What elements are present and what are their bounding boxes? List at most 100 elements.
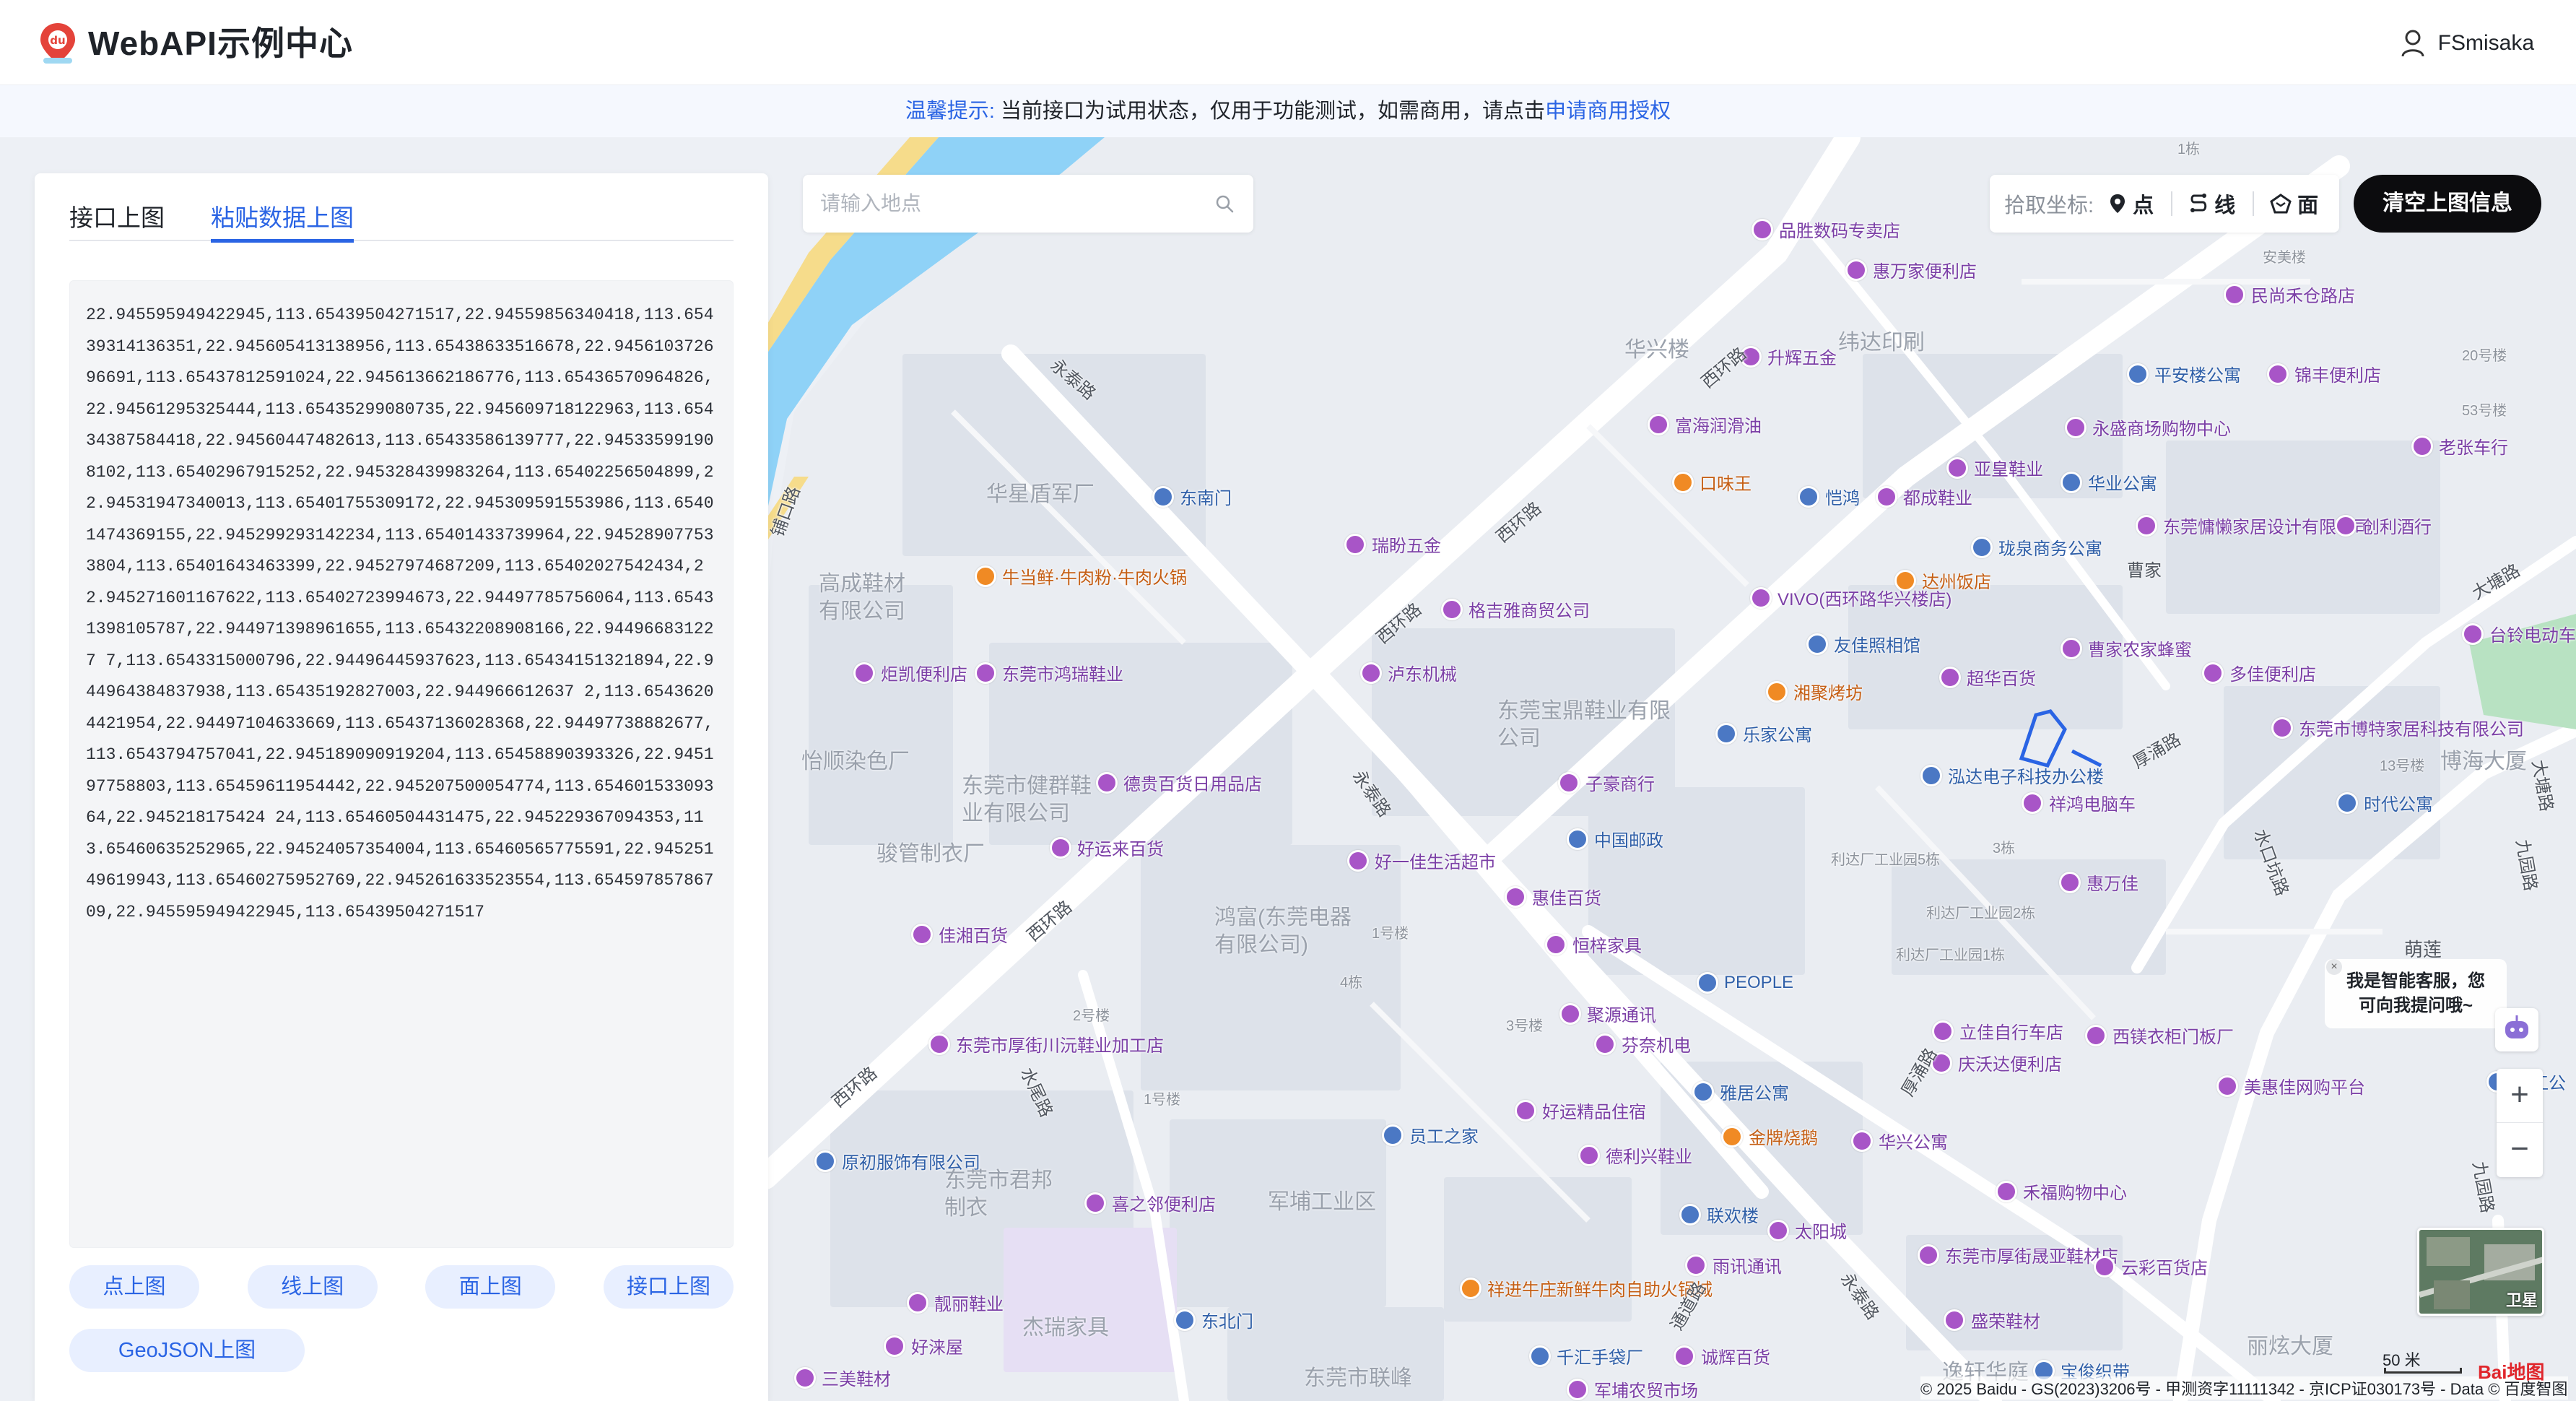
map-poi[interactable]: 好一佳生活超市	[1347, 848, 1496, 873]
map-poi[interactable]: 都成鞋业	[1876, 484, 1972, 509]
close-icon[interactable]: ×	[2326, 959, 2342, 975]
map-poi[interactable]: 靓丽鞋业	[907, 1290, 1004, 1315]
place-search-input[interactable]	[820, 186, 1196, 221]
map-poi[interactable]: 三美鞋材	[794, 1365, 891, 1390]
map-poi[interactable]: 金牌烧鹅	[1721, 1124, 1818, 1149]
map-poi[interactable]: 惠万佳	[2059, 869, 2138, 895]
map-poi[interactable]: 老张车行	[2411, 433, 2508, 459]
map-poi[interactable]: 聚源通讯	[1559, 1001, 1656, 1026]
assistant-robot-icon[interactable]	[2495, 1008, 2538, 1051]
map-poi[interactable]: 祥鸿电脑车	[2022, 790, 2136, 815]
line-upload-button[interactable]: 线上图	[247, 1265, 378, 1309]
map-poi[interactable]: 西镁衣柜门板厂	[2085, 1023, 2234, 1048]
map-poi[interactable]: 牛当鲜·牛肉粉·牛肉火锅	[975, 563, 1187, 589]
api-upload-button[interactable]: 接口上图	[603, 1265, 734, 1309]
map-poi[interactable]: 中国邮政	[1567, 826, 1663, 851]
map-poi[interactable]: 立佳自行车店	[1932, 1018, 2063, 1044]
map-poi[interactable]: PEOPLE	[1697, 972, 1793, 994]
map-poi[interactable]: 德贵百货日用品店	[1096, 770, 1262, 795]
map-poi[interactable]: 太阳城	[1767, 1218, 1847, 1243]
map-poi[interactable]: 盛荣鞋材	[1944, 1307, 2040, 1332]
map-poi[interactable]: 千汇手袋厂	[1529, 1343, 1643, 1369]
map-poi[interactable]: 惠佳百货	[1505, 884, 1601, 909]
map-poi[interactable]: 湘聚烤坊	[1766, 679, 1863, 704]
map-poi[interactable]: 瑞盼五金	[1344, 532, 1441, 557]
map-poi[interactable]: 泸东机械	[1360, 660, 1457, 685]
map-poi[interactable]: 子豪商行	[1558, 770, 1655, 795]
map-poi[interactable]: 台铃电动车	[2462, 621, 2576, 646]
map-poi[interactable]: 东莞市鸿瑞鞋业	[975, 660, 1123, 685]
user-menu[interactable]: FSmisaka	[2401, 25, 2534, 62]
map-poi[interactable]: 庆沃达便利店	[1931, 1050, 2062, 1075]
map-poi[interactable]: 华业公寓	[2061, 469, 2157, 495]
map-poi[interactable]: 格吉雅商贸公司	[1441, 597, 1590, 622]
map-poi[interactable]: 东北门	[1174, 1307, 1253, 1332]
map-poi[interactable]: 达州饭店	[1894, 568, 1991, 593]
app-title[interactable]: WebAPI示例中心	[88, 22, 353, 65]
ai-assistant-bubble[interactable]: 我是智能客服，您 可向我提问哦~	[2325, 959, 2507, 1028]
map-poi[interactable]: 好运来百货	[1050, 835, 1164, 860]
map-poi[interactable]: 亚皇鞋业	[1946, 455, 2043, 480]
commercial-license-link[interactable]: 申请商用授权	[1545, 100, 1671, 123]
map-poi[interactable]: 多佳便利店	[2202, 660, 2316, 685]
tab-paste-data-upload[interactable]: 粘贴数据上图	[211, 195, 354, 243]
map-poi[interactable]: 东莞市厚街川沅鞋业加工店	[928, 1031, 1164, 1057]
map-poi[interactable]: 喜之邻便利店	[1084, 1190, 1216, 1215]
map-poi[interactable]: 联欢楼	[1679, 1202, 1759, 1227]
route-icon	[2190, 194, 2207, 212]
pick-polygon-option[interactable]: 面	[2270, 188, 2318, 219]
map-poi[interactable]: 平安楼公寓	[2127, 361, 2241, 386]
zoom-in-button[interactable]: +	[2497, 1069, 2543, 1123]
map-poi[interactable]: 超华百货	[1939, 664, 2036, 690]
satellite-toggle[interactable]: 卫星	[2417, 1228, 2544, 1316]
map-poi[interactable]: 东莞市厚街晟亚鞋材店	[1918, 1242, 2118, 1267]
map-poi[interactable]: 民尚禾仓路店	[2224, 282, 2355, 307]
map-poi[interactable]: 乐家公寓	[1715, 721, 1812, 746]
map-poi[interactable]: 创利酒行	[2335, 513, 2432, 538]
map-poi[interactable]: 恺鸿	[1798, 484, 1860, 509]
map-poi[interactable]: 员工之家	[1382, 1122, 1479, 1148]
geojson-upload-button[interactable]: GeoJSON上图	[69, 1329, 305, 1372]
coordinates-textarea[interactable]: 22.945595949422945,113.65439504271517,22…	[69, 280, 734, 1248]
map-poi[interactable]: 时代公寓	[2336, 790, 2433, 815]
map-poi[interactable]: 升辉五金	[1740, 344, 1837, 369]
map-poi[interactable]: 军埔农贸市场	[1567, 1376, 1698, 1401]
shop-poi-icon	[928, 1033, 950, 1055]
map-poi[interactable]: 好运精品住宿	[1515, 1098, 1646, 1123]
map-poi[interactable]: 炬凯便利店	[853, 660, 967, 685]
polygon-upload-button[interactable]: 面上图	[425, 1265, 556, 1309]
map-poi[interactable]: 友佳照相馆	[1806, 631, 1920, 656]
zoom-out-button[interactable]: −	[2497, 1123, 2543, 1177]
pick-point-option[interactable]: 点	[2108, 188, 2154, 219]
map-poi[interactable]: 禾福购物中心	[1996, 1179, 2127, 1204]
pick-line-option[interactable]: 线	[2188, 188, 2235, 219]
map-poi[interactable]: 祥进牛庄新鲜牛肉自助火锅城	[1460, 1275, 1713, 1301]
map-poi[interactable]: 雨讯通讯	[1685, 1252, 1782, 1278]
clear-map-button[interactable]: 清空上图信息	[2354, 175, 2541, 233]
search-icon[interactable]	[1214, 194, 1235, 214]
map-poi[interactable]: 雅居公寓	[1692, 1079, 1789, 1104]
map-poi[interactable]: 惠万家便利店	[1845, 257, 1977, 282]
map-poi[interactable]: 珑泉商务公寓	[1971, 534, 2102, 560]
map-poi[interactable]: 好涞屋	[884, 1333, 963, 1358]
map-poi[interactable]: 德利兴鞋业	[1578, 1142, 1692, 1168]
map-poi[interactable]: 诚辉百货	[1674, 1343, 1770, 1369]
map-poi[interactable]: 富海润滑油	[1648, 412, 1762, 437]
map-poi[interactable]: 芬奈机电	[1594, 1031, 1691, 1057]
map-poi[interactable]: 恒梓家具	[1545, 932, 1642, 957]
map-poi[interactable]: 华兴公寓	[1851, 1128, 1948, 1153]
map-poi[interactable]: 曹家农家蜂蜜	[2061, 636, 2192, 661]
tab-api-upload[interactable]: 接口上图	[69, 195, 165, 240]
baidu-map-pin-icon[interactable]: du	[35, 20, 81, 66]
map-poi[interactable]: 佳湘百货	[911, 921, 1008, 947]
map-poi[interactable]: 美惠佳网购平台	[2216, 1073, 2365, 1098]
point-upload-button[interactable]: 点上图	[69, 1265, 199, 1309]
map-poi[interactable]: 永盛商场购物中心	[2065, 415, 2231, 440]
map-poi[interactable]: 品胜数码专卖店	[1752, 217, 1900, 242]
map-poi[interactable]: 东莞市博特家居科技有限公司	[2271, 715, 2524, 740]
map-poi[interactable]: 口味王	[1672, 469, 1752, 495]
map-poi[interactable]: 泓达电子科技办公楼	[1920, 763, 2104, 788]
map-poi[interactable]: 云彩百货店	[2094, 1254, 2208, 1279]
map-poi[interactable]: 东南门	[1152, 484, 1232, 509]
map-poi[interactable]: 锦丰便利店	[2267, 361, 2381, 386]
